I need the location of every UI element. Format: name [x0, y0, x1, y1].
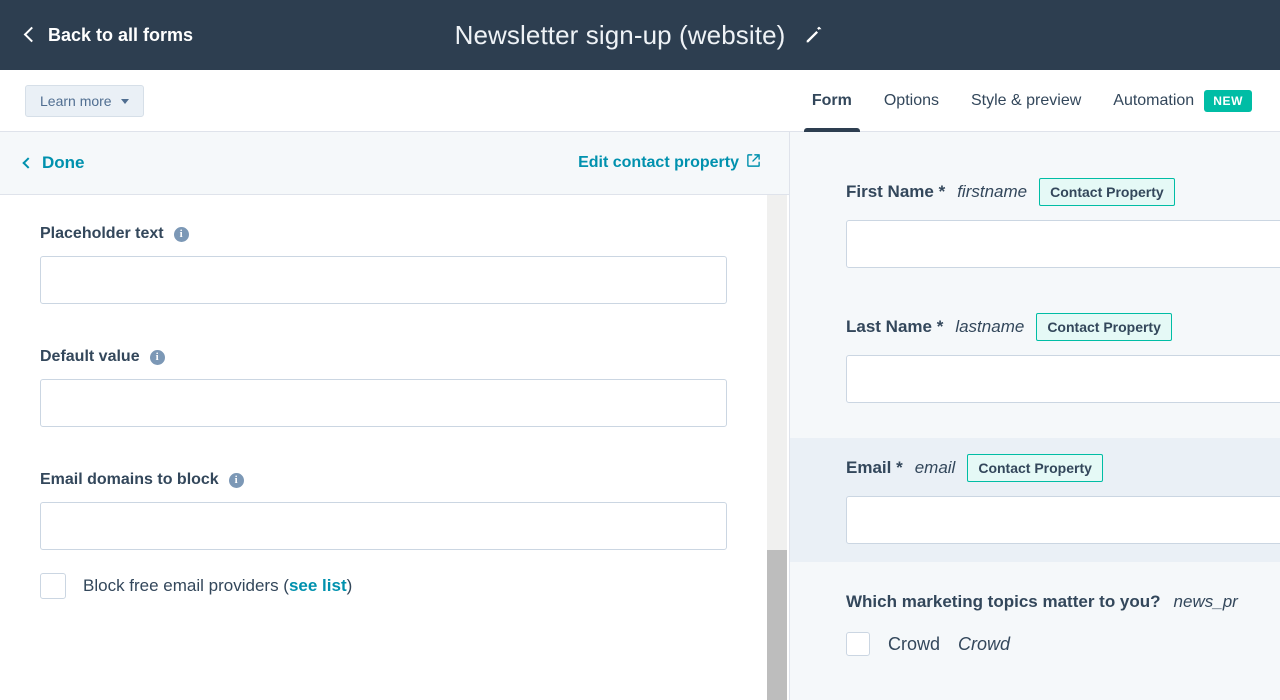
learn-more-dropdown-button[interactable]: Learn more [25, 84, 144, 117]
preview-field-marketing-topics[interactable]: Which marketing topics matter to you? ne… [846, 592, 1280, 656]
preview-field-firstname[interactable]: First Name * firstname Contact Property [846, 168, 1280, 280]
learn-more-label: Learn more [40, 92, 112, 109]
placeholder-text-input[interactable] [40, 256, 727, 304]
preview-option-crowd[interactable]: Crowd Crowd [846, 632, 1280, 656]
preview-marketing-topics-internal-name: news_pr [1173, 592, 1238, 611]
info-circle-icon[interactable]: i [173, 226, 189, 242]
preview-firstname-input[interactable] [846, 220, 1280, 268]
preview-firstname-label: First Name * [846, 182, 946, 201]
editor-scrollbar-track[interactable] [767, 195, 787, 700]
block-free-providers-checkbox[interactable] [40, 573, 66, 599]
info-circle-icon[interactable]: i [228, 472, 244, 488]
placeholder-text-label: Placeholder text [40, 225, 164, 242]
preview-email-label-row: Email * email Contact Property [846, 454, 1280, 482]
block-free-providers-row: Block free email providers (see list) [40, 573, 789, 599]
tab-form[interactable]: Form [796, 70, 868, 133]
info-circle-icon[interactable]: i [149, 349, 165, 365]
chevron-down-icon [120, 99, 129, 104]
editor-subheader: Done Edit contact property [0, 132, 789, 195]
preview-field-email[interactable]: Email * email Contact Property [790, 438, 1280, 562]
new-badge: NEW [1204, 90, 1252, 112]
editor-form-scroll-region: Placeholder text i Default value i Email… [0, 195, 789, 700]
page-title: Newsletter sign-up (website) [454, 19, 786, 50]
preview-email-label: Email * [846, 458, 903, 477]
edit-contact-property-link[interactable]: Edit contact property [578, 153, 761, 173]
tab-list: Form Options Style & preview Automation … [796, 70, 1280, 133]
preview-lastname-internal-name: lastname [955, 317, 1025, 336]
contact-property-badge[interactable]: Contact Property [1036, 313, 1172, 341]
placeholder-text-field-group: Placeholder text i [40, 225, 789, 304]
tab-options-label: Options [883, 92, 939, 109]
email-domains-to-block-label: Email domains to block [40, 471, 219, 488]
default-value-field-group: Default value i [40, 348, 789, 427]
tab-automation-label: Automation [1113, 92, 1195, 109]
chevron-left-icon [23, 26, 40, 43]
app-header: Back to all forms Newsletter sign-up (we… [0, 0, 1280, 70]
tab-form-label: Form [811, 92, 852, 109]
preview-lastname-label-row: Last Name * lastname Contact Property [846, 313, 1280, 341]
preview-email-internal-name: email [914, 458, 956, 477]
edit-contact-property-label: Edit contact property [578, 154, 739, 171]
default-value-label: Default value [40, 348, 140, 365]
contact-property-badge[interactable]: Contact Property [967, 454, 1103, 482]
contact-property-badge[interactable]: Contact Property [1039, 178, 1175, 206]
see-list-link[interactable]: see list [289, 576, 347, 595]
preview-lastname-input[interactable] [846, 355, 1280, 403]
form-preview-panel: First Name * firstname Contact Property … [790, 132, 1280, 700]
preview-option-crowd-internal-name: Crowd [958, 633, 1011, 654]
preview-firstname-internal-name: firstname [957, 182, 1028, 201]
chevron-left-icon [22, 156, 34, 169]
preview-email-input[interactable] [846, 496, 1280, 544]
preview-marketing-topics-label: Which marketing topics matter to you? [846, 592, 1161, 611]
editor-scrollbar-thumb[interactable] [767, 550, 787, 700]
preview-marketing-topics-label-row: Which marketing topics matter to you? ne… [846, 592, 1280, 612]
content-area: Done Edit contact property Placeholder t… [0, 132, 1280, 700]
preview-firstname-label-row: First Name * firstname Contact Property [846, 178, 1280, 206]
field-editor-panel: Done Edit contact property Placeholder t… [0, 132, 790, 700]
preview-field-lastname[interactable]: Last Name * lastname Contact Property [846, 303, 1280, 415]
placeholder-text-label-row: Placeholder text i [40, 225, 789, 243]
email-domains-to-block-field-group: Email domains to block i Block free emai… [40, 471, 789, 599]
back-to-all-forms-button[interactable]: Back to all forms [23, 24, 194, 46]
tab-style-preview[interactable]: Style & preview [955, 70, 1097, 132]
tab-automation[interactable]: Automation NEW [1097, 70, 1280, 132]
tab-bar: Learn more Form Options Style & preview … [0, 70, 1280, 133]
preview-option-crowd-checkbox[interactable] [846, 632, 870, 656]
preview-option-crowd-label: Crowd [888, 633, 941, 654]
done-label: Done [42, 153, 85, 172]
preview-lastname-label: Last Name * [846, 317, 944, 336]
block-free-providers-text-before: Block free email providers ( [83, 576, 289, 595]
default-value-label-row: Default value i [40, 348, 789, 366]
tab-style-preview-label: Style & preview [971, 92, 1082, 109]
email-domains-to-block-input[interactable] [40, 502, 727, 550]
external-link-icon [746, 153, 761, 173]
block-free-providers-text-after: ) [346, 576, 353, 595]
block-free-providers-label: Block free email providers (see list) [83, 576, 352, 596]
done-button[interactable]: Done [22, 153, 85, 173]
tab-options[interactable]: Options [868, 70, 955, 132]
pencil-icon[interactable] [803, 24, 825, 46]
email-domains-to-block-label-row: Email domains to block i [40, 471, 789, 489]
back-to-all-forms-label: Back to all forms [48, 24, 194, 45]
default-value-input[interactable] [40, 379, 727, 427]
